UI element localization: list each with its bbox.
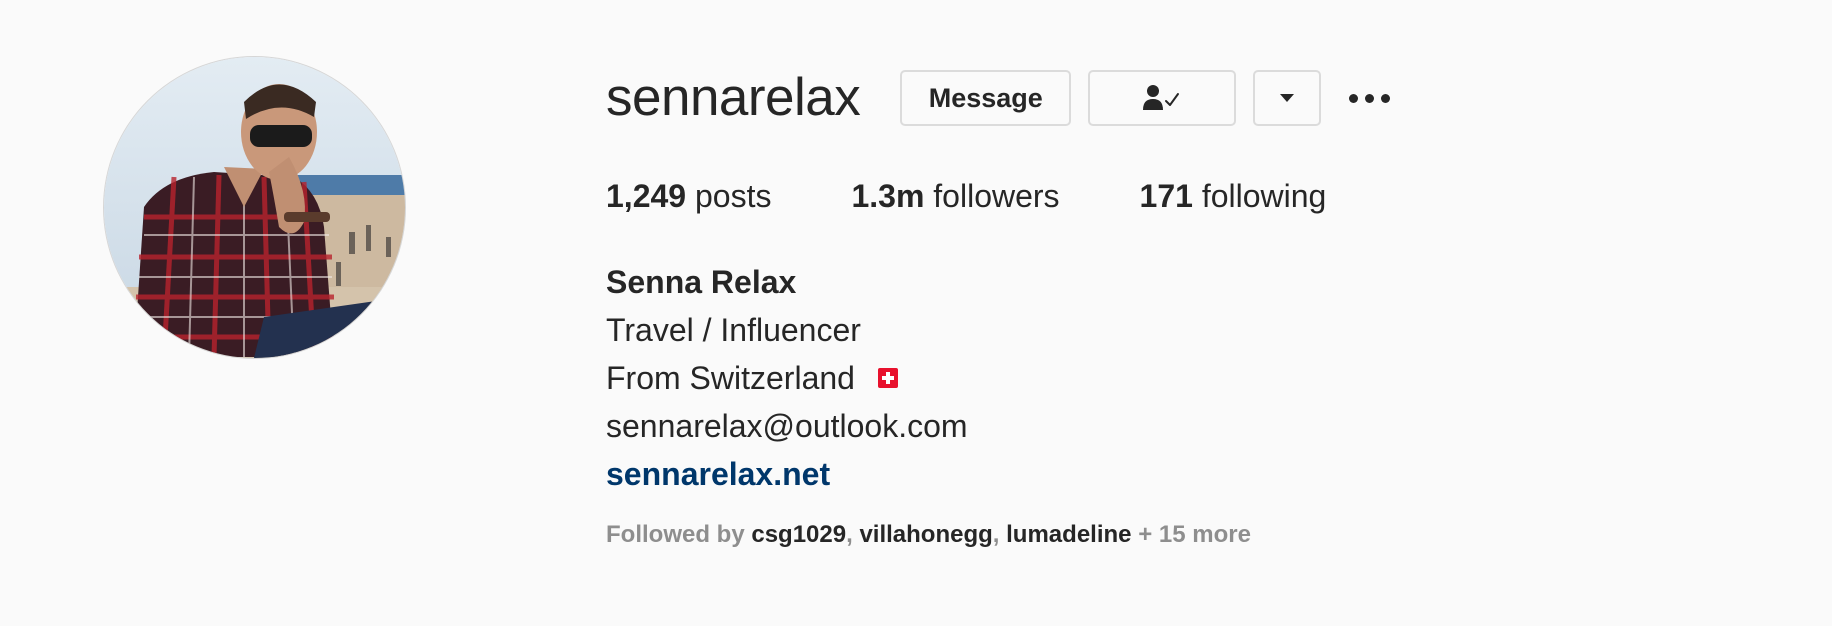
followed-by[interactable]: Followed by csg1029, villahonegg, lumade… <box>606 518 1251 552</box>
followed-by-user[interactable]: villahonegg <box>859 521 992 548</box>
profile-username: sennarelax <box>606 68 861 127</box>
followed-by-user[interactable]: csg1029 <box>751 521 846 548</box>
profile-full-name: Senna Relax <box>606 264 797 300</box>
bio-location-text: From Switzerland <box>606 360 855 396</box>
caret-down-icon <box>1280 94 1295 102</box>
followers-label: followers <box>933 178 1060 214</box>
followed-by-separator: , <box>846 521 853 548</box>
bio-line-category: Travel / Influencer <box>606 312 861 348</box>
posts-count: 1,249 <box>606 178 687 214</box>
profile-stats: 1,249 posts 1.3m followers 171 following <box>606 176 1406 216</box>
more-dot <box>1365 93 1375 103</box>
profile-avatar[interactable] <box>104 57 405 358</box>
followed-by-user[interactable]: lumadeline <box>1006 521 1131 548</box>
person-check-icon <box>1143 85 1180 110</box>
profile-bio: Senna Relax Travel / Influencer From Swi… <box>606 258 968 498</box>
profile-page: sennarelax Message 1,249 posts 1.3m foll… <box>0 0 1832 626</box>
message-button[interactable]: Message <box>900 70 1072 126</box>
more-dot <box>1381 93 1391 103</box>
posts-label: posts <box>694 178 772 214</box>
followed-by-separator: , <box>992 521 1000 548</box>
suggestions-dropdown-button[interactable] <box>1253 70 1322 126</box>
bio-line-location: From Switzerland <box>606 354 968 402</box>
following-stat[interactable]: 171 following <box>1140 176 1327 216</box>
followers-count: 1.3m <box>851 178 925 214</box>
bio-email: sennarelax@outlook.com <box>606 408 968 444</box>
bio-website-link[interactable]: sennarelax.net <box>606 450 968 498</box>
posts-stat: 1,249 posts <box>606 176 771 216</box>
profile-header: sennarelax Message <box>606 68 1391 127</box>
followed-by-prefix: Followed by <box>606 521 745 548</box>
following-label: following <box>1201 178 1327 214</box>
more-options-icon[interactable] <box>1349 70 1391 126</box>
more-dot <box>1349 93 1359 103</box>
followed-by-more[interactable]: + 15 more <box>1138 521 1251 548</box>
following-button[interactable] <box>1088 70 1237 126</box>
following-count: 171 <box>1139 178 1193 214</box>
followers-stat[interactable]: 1.3m followers <box>851 176 1059 216</box>
switzerland-flag-icon <box>877 353 898 401</box>
avatar-photo <box>104 57 405 358</box>
